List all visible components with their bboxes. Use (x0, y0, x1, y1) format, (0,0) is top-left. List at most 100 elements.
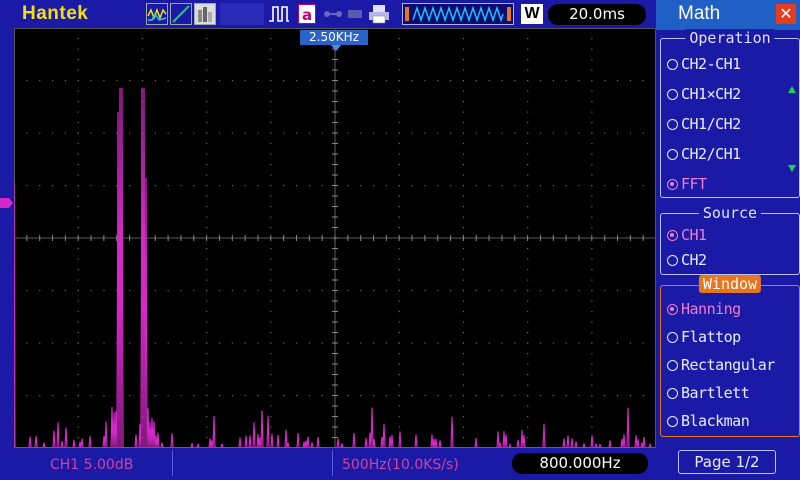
grid-dot (591, 48, 593, 50)
grid-dot (578, 290, 580, 292)
option-label: CH2 (681, 251, 707, 269)
close-icon[interactable]: ✕ (776, 4, 796, 24)
math-menu-panel: Math ✕ Operation CH2-CH1 CH1×CH2 CH1/CH2… (656, 0, 800, 480)
grid-dot (129, 290, 131, 292)
grid-dot (129, 395, 131, 397)
trigger-edge-icon[interactable] (268, 4, 290, 24)
window-option-bartlett[interactable]: Bartlett (667, 384, 750, 402)
grid-dot (206, 153, 208, 155)
grid-dot (527, 122, 529, 124)
grid-dot (450, 395, 452, 397)
operation-option-fft[interactable]: FFT (667, 175, 707, 193)
grid-dot (398, 426, 400, 428)
grid-dot (373, 342, 375, 344)
grid-dot (77, 426, 79, 428)
source-option-ch2[interactable]: CH2 (667, 251, 707, 269)
operation-option-ch1-div-ch2[interactable]: CH1/CH2 (667, 115, 741, 133)
grid-dot (642, 290, 644, 292)
grid-dot (103, 342, 105, 344)
scroll-down-icon[interactable] (788, 165, 796, 172)
grid-dot (591, 164, 593, 166)
grid-dot (591, 332, 593, 334)
page-button[interactable]: Page 1/2 (678, 450, 776, 474)
grid-dot (527, 185, 529, 187)
grid-dot (167, 80, 169, 82)
math-a-icon[interactable]: a (298, 4, 316, 24)
grid-dot (257, 80, 259, 82)
acquire-mode-icon[interactable]: W (521, 4, 543, 24)
waveform-ramp-icon[interactable] (170, 3, 192, 25)
grid-dot (90, 132, 92, 134)
grid-dot (514, 290, 516, 292)
persistence-icon[interactable] (194, 3, 216, 25)
grid-dot (270, 227, 272, 229)
operation-option-ch2-minus-ch1[interactable]: CH2-CH1 (667, 55, 741, 73)
operation-option-ch2-div-ch1[interactable]: CH2/CH1 (667, 145, 741, 163)
option-label: FFT (681, 175, 707, 193)
grid-dot (462, 311, 465, 313)
grid-dot (206, 363, 208, 365)
grid-dot (527, 384, 529, 386)
grid-dot (424, 290, 426, 292)
grid-dot (462, 80, 465, 82)
radio-icon (667, 416, 678, 427)
grid-dot (398, 374, 400, 376)
window-option-hanning[interactable]: Hanning (667, 300, 741, 318)
grid-dot (193, 185, 195, 187)
grid-dot (398, 38, 400, 40)
scroll-up-icon[interactable] (788, 86, 796, 93)
grid-dot (462, 59, 465, 61)
grid-dot (462, 122, 465, 124)
grid-dot (527, 321, 529, 323)
grid-dot (501, 185, 503, 187)
grid-dot (52, 132, 54, 134)
grid-dot (591, 374, 593, 376)
grid-dot (527, 111, 529, 113)
window-option-rectangular[interactable]: Rectangular (667, 356, 775, 374)
grid-dot (244, 395, 246, 397)
printer-icon[interactable] (368, 4, 390, 24)
grid-dot (129, 80, 131, 82)
grid-dot (475, 80, 477, 82)
grid-dot (398, 111, 400, 113)
grid-dot (488, 132, 490, 134)
grid-dot (257, 132, 259, 134)
window-option-flattop[interactable]: Flattop (667, 328, 741, 346)
grid-dot (77, 164, 79, 166)
grid-dot (527, 332, 529, 334)
grid-dot (206, 342, 208, 344)
grid-dot (308, 342, 311, 344)
grid-dot (167, 185, 169, 187)
usb-icon (346, 6, 368, 22)
grid-dot (116, 132, 118, 134)
grid-dot (206, 101, 208, 103)
grid-dot (206, 405, 208, 407)
window-option-blackman[interactable]: Blackman (667, 412, 750, 430)
fft-spectrum-plot (14, 28, 656, 448)
grid-dot (283, 132, 285, 134)
grid-dot (77, 174, 79, 176)
grid-dot (90, 80, 92, 82)
operation-option-ch1-times-ch2[interactable]: CH1×CH2 (667, 85, 741, 103)
grid-dot (398, 258, 400, 260)
grid-dot (26, 185, 28, 187)
grid-dot (270, 185, 272, 187)
grid-dot (77, 90, 79, 92)
source-option-ch1[interactable]: CH1 (667, 226, 707, 244)
grid-dot (591, 90, 593, 92)
grid-dot (77, 195, 79, 197)
waveform-yellow-icon[interactable] (146, 3, 168, 25)
grid-dot (642, 132, 644, 134)
grid-dot (39, 395, 41, 397)
grid-dot (270, 174, 272, 176)
grid-dot (591, 185, 593, 187)
grid-dot (270, 311, 272, 313)
grid-dot (398, 363, 400, 365)
grid-dot (193, 290, 195, 292)
grid-dot (450, 290, 452, 292)
grid-dot (398, 311, 400, 313)
grid-dot (629, 342, 632, 344)
grid-dot (437, 342, 439, 344)
grid-dot (616, 80, 619, 82)
grid-dot (206, 90, 208, 92)
